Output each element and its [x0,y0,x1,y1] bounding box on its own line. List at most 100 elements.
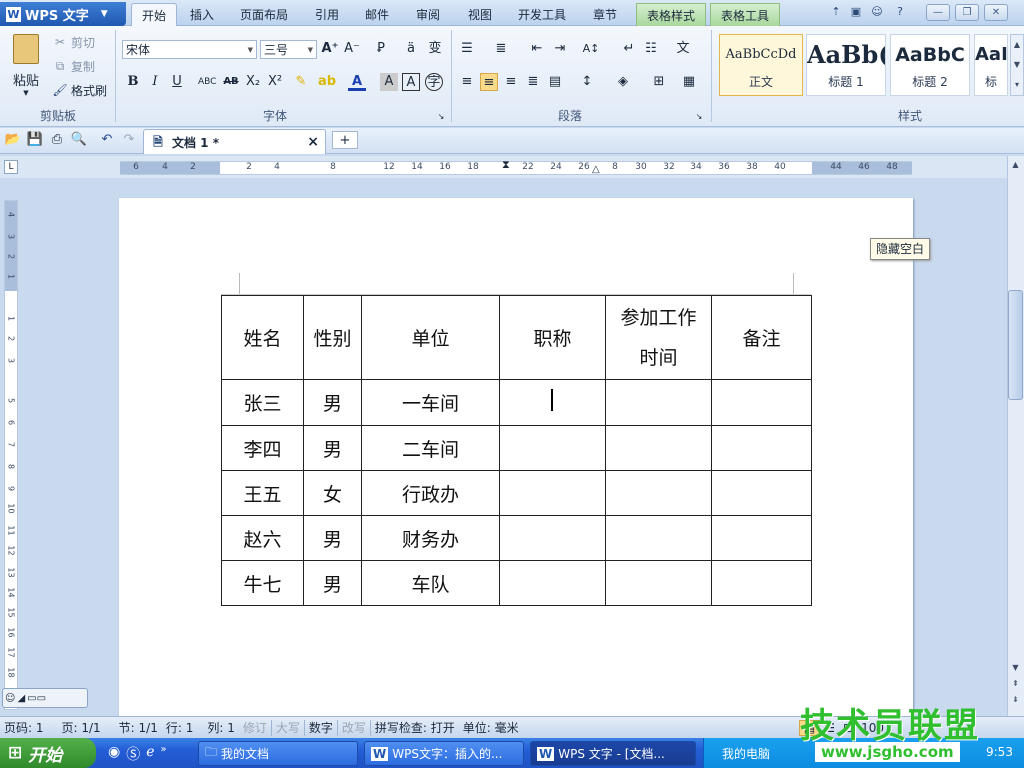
ie-icon[interactable]: ℯ [146,744,154,764]
font-size-select[interactable]: 三号▼ [260,40,317,59]
table-cell[interactable] [606,561,712,606]
scroll-page-buttons[interactable]: ▼⇞⇟ [1008,660,1023,710]
grow-font-icon[interactable]: A⁺ [321,40,339,58]
paste-button[interactable]: 粘贴 ▼ [8,34,44,98]
table-header-cell[interactable]: 单位 [362,296,500,380]
superscript-icon[interactable]: X² [266,73,284,91]
style-heading-1[interactable]: AaBb( 标题 1 [806,34,886,96]
numbered-list-icon[interactable]: ≣ [492,40,510,58]
tab-references[interactable]: 引用 [305,3,349,26]
save-icon[interactable]: 💾 [26,131,44,149]
table-cell[interactable] [712,561,812,606]
right-indent-marker-icon[interactable]: △ [592,164,600,175]
clock[interactable]: 9:53 [986,745,1013,759]
restore-button[interactable]: ❐ [955,4,979,21]
table-grid-icon[interactable]: ▦ [680,73,698,91]
window-icon[interactable]: ▣ [846,4,866,21]
char-shading-icon[interactable]: A [380,73,398,91]
start-button[interactable]: ⊞ 开始 [0,738,96,768]
dialog-launcher-icon[interactable]: ↘ [432,108,450,126]
media-icon[interactable]: ◉ [108,744,120,764]
align-right-icon[interactable]: ≡ [502,73,520,91]
table-cell[interactable]: 男 [304,426,362,471]
tab-view[interactable]: 视图 [458,3,502,26]
status-unit[interactable]: 单位: 毫米 [459,719,523,736]
close-icon[interactable]: × [307,134,319,150]
tab-table-tools[interactable]: 表格工具 [710,3,780,26]
tab-page-layout[interactable]: 页面布局 [230,3,298,26]
table-cell[interactable]: 行政办 [362,471,500,516]
style-normal[interactable]: AaBbCcDd 正文 [719,34,803,96]
browser-icon[interactable]: Ⓢ [126,744,140,764]
styles-scroll[interactable]: ▲▼▾ [1010,34,1024,96]
table-cell[interactable] [500,426,606,471]
user-icon[interactable]: ☺ [867,4,887,21]
distributed-align-icon[interactable]: ▤ [546,73,564,91]
print-preview-icon[interactable]: 🔍 [70,131,88,149]
justify-icon[interactable]: ≣ [524,73,542,91]
tab-home[interactable]: 开始 [131,3,177,26]
table-cell[interactable] [606,516,712,561]
status-overwrite[interactable]: 改写 [338,719,370,736]
style-heading-3[interactable]: AaI 标 [974,34,1008,96]
task-wps-document[interactable]: WWPS 文字 - [文档... [530,741,696,766]
scrollbar-thumb[interactable] [1008,290,1023,400]
table-cell[interactable]: 一车间 [362,380,500,426]
chinese-layout-icon[interactable]: 文 [674,40,692,58]
increase-indent-icon[interactable]: ⇥ [551,40,569,58]
double-strike-icon[interactable]: AB [222,73,240,91]
task-wps-insert[interactable]: WWPS文字：插入的... [364,741,524,766]
table-cell[interactable] [606,471,712,516]
status-spellcheck[interactable]: 拼写检查: 打开 [371,719,459,736]
line-spacing-icon[interactable]: ↕ [578,73,596,91]
redo-icon[interactable]: ↷ [120,131,138,149]
tab-developer[interactable]: 开发工具 [508,3,576,26]
table-cell[interactable]: 男 [304,380,362,426]
dialog-launcher-icon[interactable]: ↘ [690,108,708,126]
table-cell[interactable] [712,471,812,516]
scroll-up-icon[interactable]: ▲ [1008,157,1023,172]
table-cell[interactable] [500,471,606,516]
bold-icon[interactable]: B [124,73,142,91]
borders-icon[interactable]: ⊞ [650,73,668,91]
table-cell[interactable]: 男 [304,516,362,561]
minimize-button[interactable]: — [926,4,950,21]
table-header-cell[interactable]: 性别 [304,296,362,380]
strikethrough-icon[interactable]: ABC [198,73,216,91]
quick-launch[interactable]: ◉ Ⓢ ℯ » [108,744,167,764]
open-folder-icon[interactable]: 📂 [4,131,22,149]
table-cell[interactable]: 男 [304,561,362,606]
table-cell[interactable]: 李四 [222,426,304,471]
tab-table-style[interactable]: 表格样式 [636,3,706,26]
pinyin-icon[interactable]: ä [402,40,420,58]
vertical-scrollbar[interactable] [1007,156,1024,716]
document-tab[interactable]: 🗎 文档 1 * × [143,129,326,154]
task-my-documents[interactable]: 🗀我的文档 [198,741,358,766]
text-highlight-icon[interactable]: ab [318,73,336,91]
arrow-up-icon[interactable]: ⇡ [826,4,846,21]
enclose-char-icon[interactable]: 字 [425,73,443,91]
table-cell[interactable] [606,380,712,426]
tab-insert[interactable]: 插入 [180,3,224,26]
table-cell[interactable]: 张三 [222,380,304,426]
char-border-icon[interactable]: 变 [426,40,444,58]
table-cell[interactable] [712,516,812,561]
document-table[interactable]: 姓名性别单位职称参加工作时间备注张三男一车间李四男二车间王五女行政办赵六男财务办… [221,295,812,606]
table-cell[interactable]: 王五 [222,471,304,516]
table-cell[interactable] [606,426,712,471]
print-icon[interactable]: ⎙ [48,131,66,149]
distribute-icon[interactable]: ☷ [642,40,660,58]
style-heading-2[interactable]: AaBbC 标题 2 [890,34,970,96]
table-cell[interactable]: 牛七 [222,561,304,606]
tab-review[interactable]: 审阅 [406,3,450,26]
subscript-icon[interactable]: X₂ [244,73,262,91]
status-track-changes[interactable]: 修订 [239,719,271,736]
align-center-icon[interactable]: ≡ [480,73,498,91]
table-header-cell[interactable]: 参加工作时间 [606,296,712,380]
table-cell[interactable] [712,426,812,471]
tab-section[interactable]: 章节 [583,3,627,26]
table-cell[interactable]: 赵六 [222,516,304,561]
table-cell[interactable] [500,561,606,606]
table-header-cell[interactable]: 姓名 [222,296,304,380]
decrease-indent-icon[interactable]: ⇤ [528,40,546,58]
